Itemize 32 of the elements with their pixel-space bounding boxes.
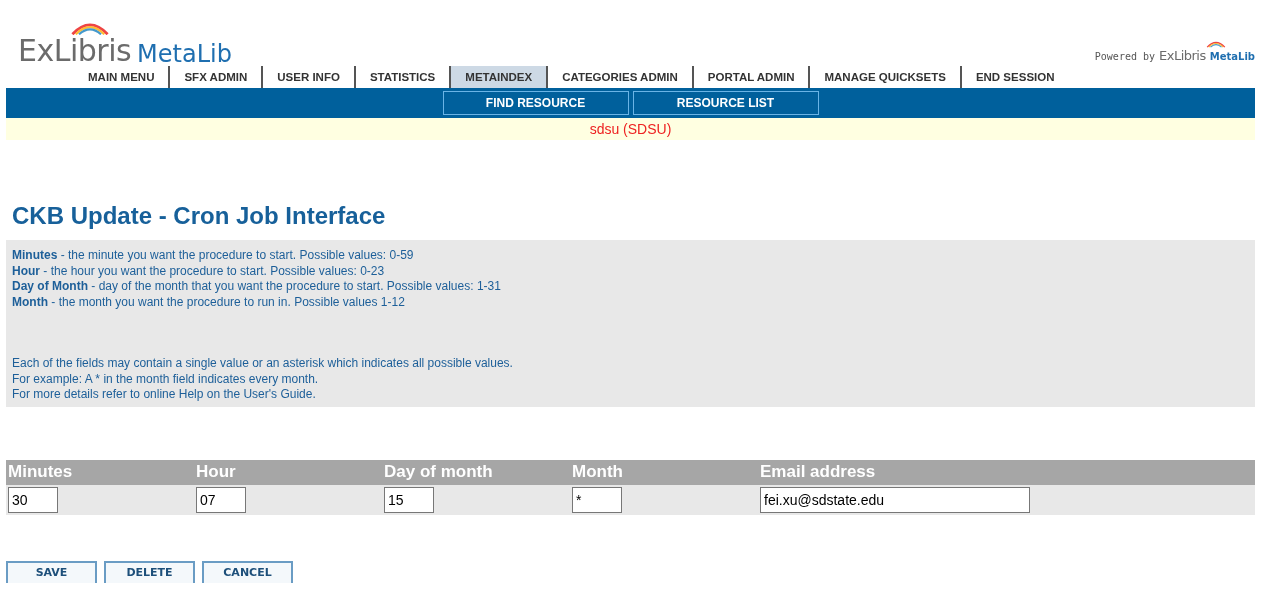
powered-by-brand: ExLibris <box>1159 49 1206 62</box>
action-button[interactable]: CANCEL <box>202 560 293 583</box>
nav-tab[interactable]: METAINDEX <box>449 66 547 88</box>
column-header: Minutes <box>6 459 194 485</box>
help-definition: Hour - the hour you want the procedure to start. Possible values: 0-23 <box>12 263 386 279</box>
input-field[interactable]: 15 <box>384 486 434 513</box>
institution-name: sdsu (SDSU) <box>589 121 672 137</box>
action-button[interactable]: DELETE <box>104 560 195 583</box>
help-note: For more details refer to online Help on the User's Guide. <box>12 387 317 403</box>
sub-nav-link[interactable]: FIND RESOURCE <box>442 91 629 115</box>
page-title: CKB Update - Cron Job Interface <box>12 202 387 230</box>
column-header: Email address <box>758 459 1255 485</box>
nav-tab[interactable]: MAIN MENU <box>74 66 169 88</box>
help-note: Each of the fields may contain a single value or an asterisk which indicates all possible values. <box>12 356 514 372</box>
input-field[interactable]: 30 <box>8 486 58 513</box>
input-field[interactable]: 07 <box>196 486 246 513</box>
column-header: Day of month <box>382 459 570 485</box>
help-definition: Month - the month you want the procedure to run in. Possible values 1-12 <box>12 294 406 310</box>
powered-by-product: MetaLib <box>1209 52 1255 62</box>
rainbow-arc-icon <box>1205 40 1227 48</box>
help-definition: Day of Month - day of the month that you want the procedure to start. Possible values: 1-31 <box>12 279 502 295</box>
sub-nav-link[interactable]: RESOURCE LIST <box>632 91 819 115</box>
help-definition: Minutes - the minute you want the procedure to start. Possible values: 0-59 <box>12 248 415 264</box>
help-note: For example: A * in the month field indicates every month. <box>12 371 320 387</box>
column-header: Hour <box>194 459 382 485</box>
input-field[interactable]: fei.xu@sdstate.edu <box>760 486 1030 513</box>
input-field[interactable]: * <box>572 486 622 513</box>
logo-brand: ExLibris <box>18 36 132 66</box>
action-button[interactable]: SAVE <box>6 560 97 583</box>
logo-product: MetaLib <box>137 42 232 66</box>
powered-by-label: Powered by <box>1094 51 1155 62</box>
column-header: Month <box>570 459 758 485</box>
